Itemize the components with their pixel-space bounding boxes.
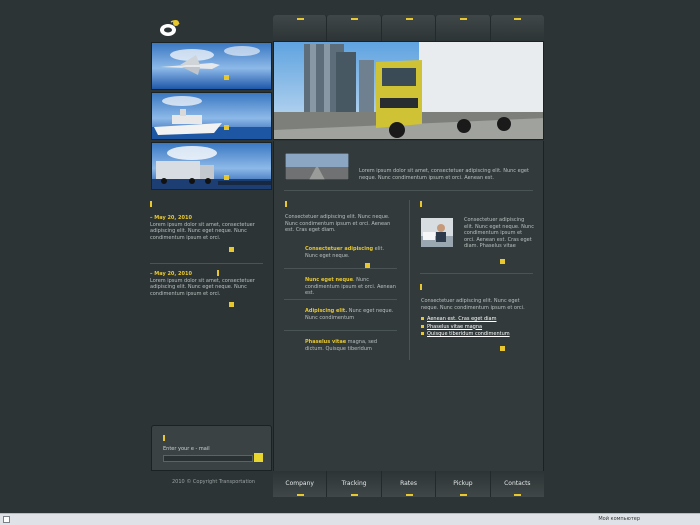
thumb-airplane[interactable] — [151, 42, 272, 90]
right-bottom-text: Consectetuer adipiscing elit. Nunc eget … — [421, 298, 525, 311]
center-item-title[interactable]: Adipiscing elit. — [305, 308, 347, 314]
newsletter-label: Enter your e - mail — [163, 446, 210, 452]
nav-pickup[interactable]: Pickup — [436, 471, 491, 497]
center-item-title[interactable]: Phaselus vitae — [305, 339, 346, 345]
status-text: Мой компьютер — [598, 516, 640, 522]
news-text: Lorem ipsum dolor sit amet, consectetuer… — [150, 221, 255, 241]
arrow-icon[interactable] — [500, 259, 505, 264]
page-icon — [3, 516, 10, 523]
divider — [284, 299, 397, 300]
column-divider — [409, 200, 410, 360]
link-text[interactable]: Quisque tiberidum condimentum — [427, 331, 510, 337]
subscribe-button[interactable] — [254, 453, 263, 462]
top-nav-tab[interactable] — [273, 15, 328, 41]
arrow-icon[interactable] — [500, 346, 505, 351]
top-nav-tab[interactable] — [381, 15, 437, 41]
person-thumbnail — [421, 218, 453, 247]
link-item[interactable]: Aenean est. Cras eget diam — [421, 316, 533, 323]
nav-tracking[interactable]: Tracking — [327, 471, 382, 497]
road-thumbnail — [285, 153, 349, 180]
bottom-nav: Company Tracking Rates Pickup Contacts — [273, 471, 545, 497]
news-text: Lorem ipsum dolor sit amet, consectetuer… — [150, 277, 255, 297]
news-item: – May 20, 2010 Lorem ipsum dolor sit ame… — [150, 271, 270, 297]
truck-icon — [152, 146, 271, 189]
center-intro: Consectetuer adipiscing elit. Nunc neque… — [285, 214, 391, 233]
center-item-title[interactable]: Nunc eget neque — [305, 277, 353, 283]
link-text[interactable]: Aenean est. Cras eget diam — [427, 316, 496, 322]
link-item[interactable]: Quisque tiberidum condimentum — [421, 331, 533, 338]
divider — [284, 268, 397, 269]
top-nav-tab[interactable] — [327, 15, 382, 41]
hero-truck-illustration — [274, 42, 543, 139]
divider — [150, 263, 263, 264]
center-item: Nunc eget neque. Nunc condimentum ipsum … — [305, 277, 397, 297]
arrow-icon[interactable] — [224, 125, 229, 130]
arrow-icon[interactable] — [224, 75, 229, 80]
center-item: Phaselus vitae magna, sed dictum. Quisqu… — [305, 339, 397, 352]
center-item: Adipiscing elit. Nunc eget neque. Nunc c… — [305, 308, 397, 321]
section-marker — [420, 201, 422, 207]
divider — [284, 330, 397, 331]
thumb-ship[interactable] — [151, 92, 272, 140]
arrow-icon[interactable] — [224, 175, 229, 180]
top-nav-tab[interactable] — [436, 15, 491, 41]
airplane-icon — [160, 46, 260, 75]
hero-image — [273, 41, 544, 140]
thumb-truck[interactable] — [151, 142, 272, 190]
nav-company[interactable]: Company — [273, 471, 328, 497]
logo-icon[interactable] — [157, 18, 181, 38]
arrow-icon[interactable] — [229, 302, 234, 307]
divider — [284, 190, 533, 191]
section-marker — [420, 284, 422, 290]
copyright: 2010 © Copyright Transportation — [172, 479, 256, 485]
section-marker — [150, 201, 152, 207]
section-marker — [285, 201, 287, 207]
center-item: Consectetuer adipiscing elit. Nunc eget … — [305, 246, 397, 259]
newsletter-box: Enter your e - mail — [151, 425, 272, 471]
section-marker — [163, 435, 165, 441]
right-top-text: Consectetuer adipiscing elit. Nunc eget … — [464, 217, 534, 249]
link-text[interactable]: Phaselus vitae magna — [427, 324, 482, 330]
right-links: Aenean est. Cras eget diam Phaselus vita… — [421, 316, 533, 338]
bullet-icon — [421, 324, 424, 328]
ship-icon — [152, 96, 271, 139]
browser-status-bar: Мой компьютер — [0, 513, 700, 525]
email-input[interactable] — [163, 455, 253, 462]
arrow-icon[interactable] — [229, 247, 234, 252]
link-item[interactable]: Phaselus vitae magna — [421, 324, 533, 331]
featured-text: Lorem ipsum dolor sit amet, consectetuer… — [359, 168, 529, 181]
news-item: – May 20, 2010 Lorem ipsum dolor sit ame… — [150, 215, 270, 241]
nav-contacts[interactable]: Contacts — [490, 471, 545, 497]
bullet-icon — [421, 317, 424, 320]
bullet-icon — [421, 332, 424, 335]
top-nav-tab[interactable] — [490, 15, 545, 41]
top-nav — [273, 15, 545, 41]
center-item-title[interactable]: Consectetuer adipiscing — [305, 246, 373, 252]
divider — [420, 273, 533, 274]
nav-rates[interactable]: Rates — [381, 471, 437, 497]
